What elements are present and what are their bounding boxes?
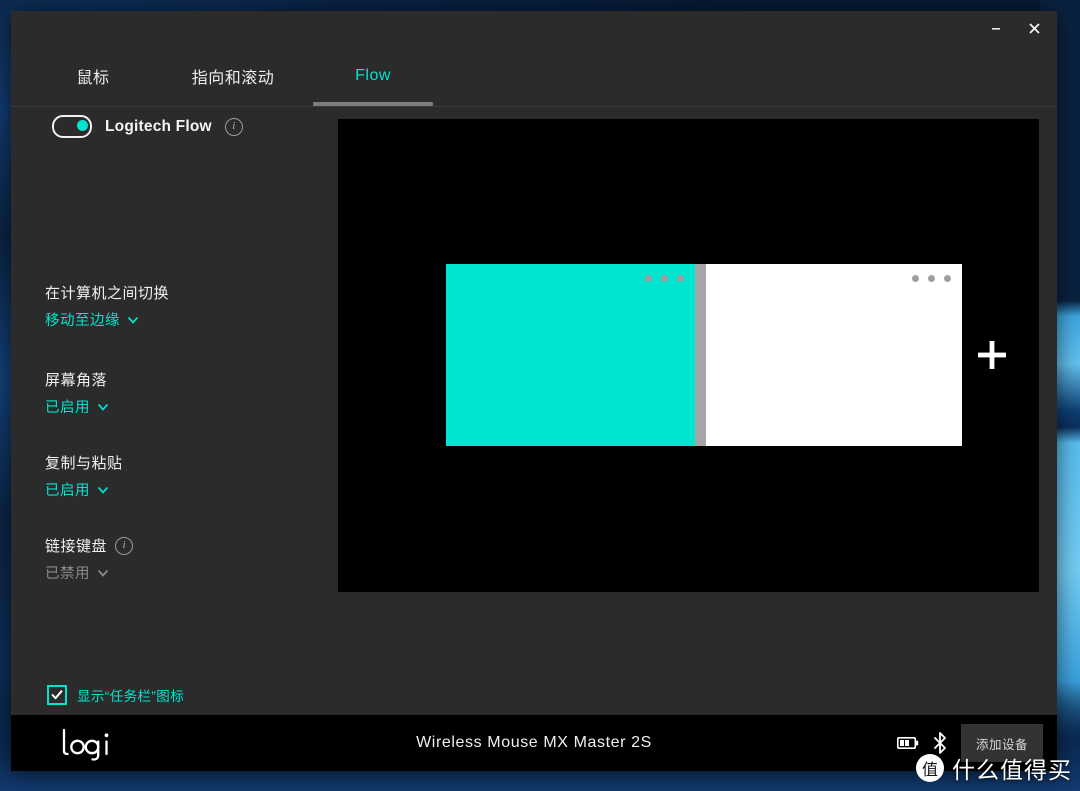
chevron-down-icon xyxy=(127,314,139,326)
title-bar xyxy=(11,11,1057,45)
setting-switch-between-computers: 在计算机之间切换 移动至边缘 xyxy=(45,282,315,330)
setting-value-dropdown[interactable]: 移动至边缘 xyxy=(45,309,315,330)
setting-title: 链接键盘 xyxy=(45,538,108,555)
watermark-badge: 值 xyxy=(916,754,944,782)
dot xyxy=(912,275,919,282)
flow-info-icon[interactable]: i xyxy=(224,117,243,136)
check-icon xyxy=(51,690,63,700)
dot xyxy=(928,275,935,282)
setting-title: 复制与粘贴 xyxy=(45,455,123,472)
dot xyxy=(944,275,951,282)
show-taskbar-icon-checkbox[interactable] xyxy=(47,685,67,705)
window-controls xyxy=(977,11,1053,45)
tab-mouse-label: 鼠标 xyxy=(76,70,110,87)
setting-value: 已启用 xyxy=(45,400,90,416)
close-button[interactable] xyxy=(1015,13,1053,43)
link-keyboard-info-icon[interactable]: i xyxy=(115,536,134,555)
battery-icon[interactable] xyxy=(897,736,919,750)
show-taskbar-icon-row[interactable]: 显示“任务栏”图标 xyxy=(47,685,184,705)
watermark: 值 什么值得买 xyxy=(916,751,1072,785)
screen-tile-1[interactable] xyxy=(446,264,695,446)
setting-title-row: 在计算机之间切换 xyxy=(45,282,315,303)
setting-title: 屏幕角落 xyxy=(45,372,108,389)
setting-value: 移动至边缘 xyxy=(45,313,120,329)
minimize-button[interactable] xyxy=(977,13,1015,43)
tab-flow-label: Flow xyxy=(355,67,391,84)
plus-icon xyxy=(972,335,1012,375)
setting-title-row: 链接键盘 i xyxy=(45,535,315,556)
setting-value-dropdown[interactable]: 已禁用 xyxy=(45,562,315,583)
watermark-text: 什么值得买 xyxy=(952,758,1072,784)
minimize-icon xyxy=(990,22,1002,34)
setting-value-dropdown[interactable]: 已启用 xyxy=(45,479,315,500)
chevron-down-icon xyxy=(97,401,109,413)
setting-screen-corners: 屏幕角落 已启用 xyxy=(45,369,315,417)
settings-panel: Logitech Flow i 在计算机之间切换 移动至边缘 屏幕角落 已启用 … xyxy=(11,107,331,761)
show-taskbar-icon-label: 显示“任务栏”图标 xyxy=(77,689,185,704)
screen-1-dots xyxy=(645,275,684,282)
setting-link-keyboard: 链接键盘 i 已禁用 xyxy=(45,535,315,583)
chevron-down-icon xyxy=(97,567,109,579)
setting-title-row: 复制与粘贴 xyxy=(45,452,315,473)
close-icon xyxy=(1028,22,1041,35)
setting-value: 已禁用 xyxy=(45,566,90,582)
dot xyxy=(661,275,668,282)
setting-value-dropdown[interactable]: 已启用 xyxy=(45,396,315,417)
footer-bar: Wireless Mouse MX Master 2S 添加设备 xyxy=(11,715,1057,771)
screen-divider xyxy=(695,264,706,446)
content-area: Logitech Flow i 在计算机之间切换 移动至边缘 屏幕角落 已启用 … xyxy=(11,107,1057,761)
tab-point-and-scroll[interactable]: 指向和滚动 xyxy=(153,45,313,107)
logitech-flow-label: Logitech Flow xyxy=(105,117,212,135)
screen-arrangement-stage[interactable] xyxy=(338,119,1039,592)
dot xyxy=(677,275,684,282)
add-screen-button[interactable] xyxy=(968,331,1016,379)
tab-point-and-scroll-label: 指向和滚动 xyxy=(191,70,275,87)
chevron-down-icon xyxy=(97,484,109,496)
toggle-knob xyxy=(76,119,88,131)
screen-2-dots xyxy=(912,275,951,282)
logitech-flow-toggle[interactable] xyxy=(52,115,92,138)
setting-copy-and-paste: 复制与粘贴 已启用 xyxy=(45,452,315,500)
tab-flow[interactable]: Flow xyxy=(313,45,433,107)
setting-value: 已启用 xyxy=(45,483,90,499)
logitech-options-window: 鼠标 指向和滚动 Flow Logitech Flow i 在计算机之间切换 移… xyxy=(11,11,1057,771)
setting-title-row: 屏幕角落 xyxy=(45,369,315,390)
tab-mouse[interactable]: 鼠标 xyxy=(33,45,153,107)
setting-title: 在计算机之间切换 xyxy=(45,285,170,302)
dot xyxy=(645,275,652,282)
flow-toggle-row: Logitech Flow i xyxy=(52,115,243,138)
desktop: 鼠标 指向和滚动 Flow Logitech Flow i 在计算机之间切换 移… xyxy=(0,0,1080,791)
tab-bar: 鼠标 指向和滚动 Flow xyxy=(11,45,1057,107)
screen-tile-2[interactable] xyxy=(706,264,962,446)
